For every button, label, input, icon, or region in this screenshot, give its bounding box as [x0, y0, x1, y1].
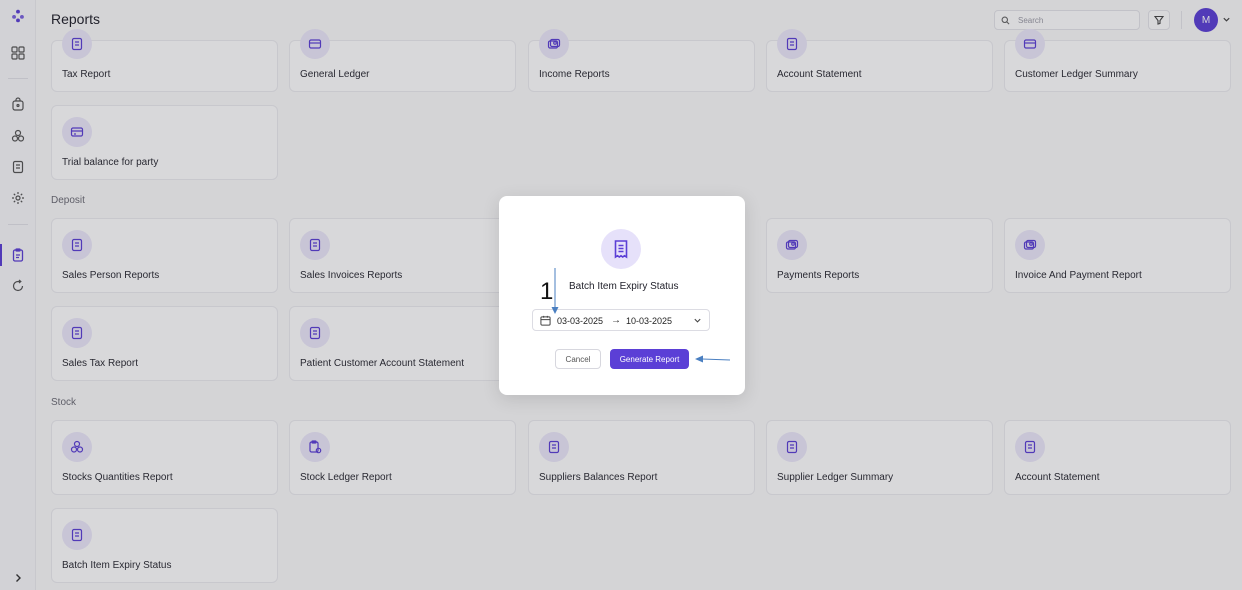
dialog-title: Batch Item Expiry Status	[569, 281, 679, 292]
step-number-annotation: 1	[540, 278, 554, 305]
generate-report-button[interactable]: Generate Report	[610, 349, 689, 369]
calendar-icon	[540, 315, 551, 326]
receipt-icon	[601, 229, 641, 269]
date-from[interactable]: 03-03-2025	[557, 316, 603, 326]
report-dialog: Batch Item Expiry Status 03-03-2025 → 10…	[499, 196, 745, 395]
cancel-button[interactable]: Cancel	[555, 349, 601, 369]
date-to[interactable]: 10-03-2025	[626, 316, 672, 326]
range-arrow-icon: →	[611, 315, 621, 326]
date-range-picker[interactable]: 03-03-2025 → 10-03-2025	[532, 309, 710, 331]
chevron-down-icon[interactable]	[693, 316, 702, 325]
